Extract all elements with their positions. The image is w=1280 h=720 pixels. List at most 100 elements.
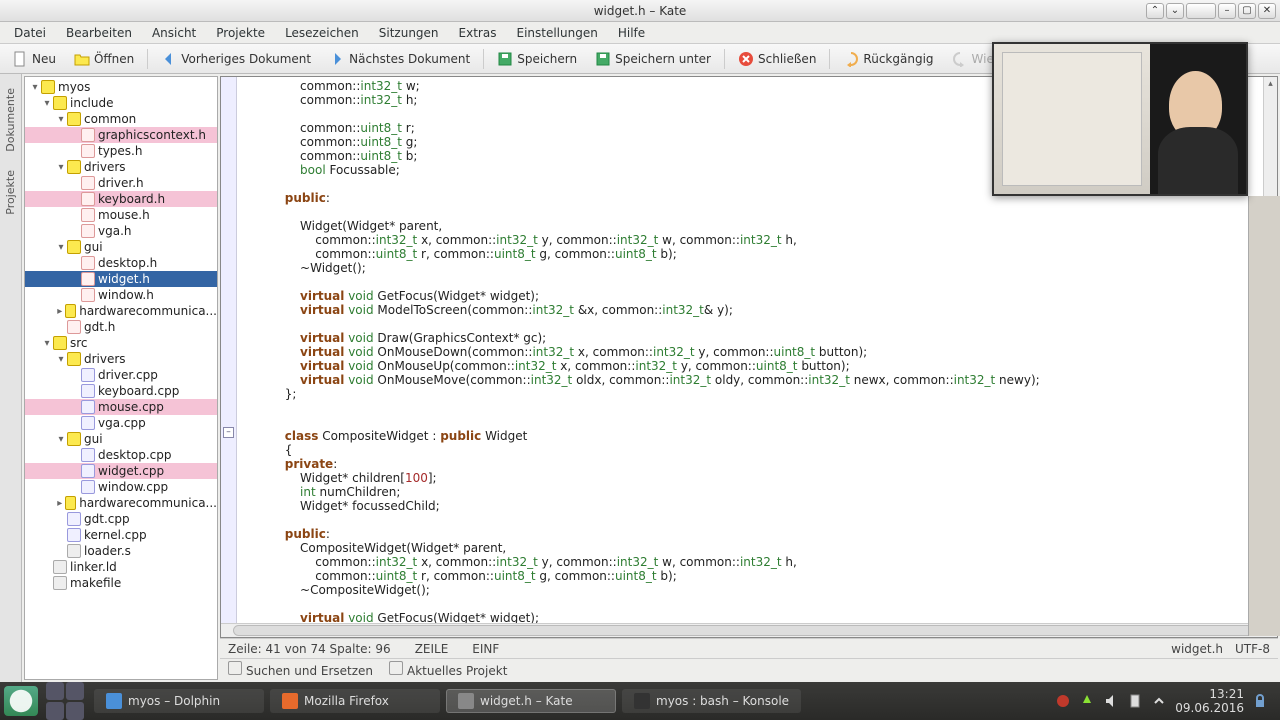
menu-extras[interactable]: Extras: [451, 24, 505, 42]
tree-item[interactable]: desktop.cpp: [25, 447, 217, 463]
close-window-button[interactable]: ✕: [1258, 3, 1276, 19]
tree-item[interactable]: driver.cpp: [25, 367, 217, 383]
tree-item[interactable]: ▾myos: [25, 79, 217, 95]
tray-lock-icon[interactable]: [1252, 693, 1268, 709]
folder-icon: [65, 304, 77, 318]
fold-gutter[interactable]: –: [221, 77, 237, 623]
current-project-tab[interactable]: Aktuelles Projekt: [389, 661, 507, 678]
project-tree[interactable]: ▾myos▾include▾commongraphicscontext.htyp…: [24, 76, 218, 680]
roll-up-button[interactable]: ⌃: [1146, 3, 1164, 19]
tree-item[interactable]: loader.s: [25, 543, 217, 559]
tree-item[interactable]: window.h: [25, 287, 217, 303]
quick-launch-icon[interactable]: [66, 682, 84, 700]
menu-bookmarks[interactable]: Lesezeichen: [277, 24, 367, 42]
tree-item[interactable]: desktop.h: [25, 255, 217, 271]
tree-item[interactable]: window.cpp: [25, 479, 217, 495]
new-button[interactable]: Neu: [4, 48, 64, 70]
tree-item[interactable]: driver.h: [25, 175, 217, 191]
menu-edit[interactable]: Bearbeiten: [58, 24, 140, 42]
cursor-position: Zeile: 41 von 74 Spalte: 96: [228, 642, 391, 656]
tray-icon[interactable]: [1055, 693, 1071, 709]
projects-tab[interactable]: Projekte: [2, 164, 19, 221]
tree-item[interactable]: mouse.cpp: [25, 399, 217, 415]
tray-chevron-icon[interactable]: [1151, 693, 1167, 709]
menu-sessions[interactable]: Sitzungen: [371, 24, 447, 42]
fold-marker-icon[interactable]: –: [223, 427, 234, 438]
minimize-button[interactable]: –: [1218, 3, 1236, 19]
left-tool-tabs: Dokumente Projekte: [0, 74, 22, 682]
tree-item[interactable]: gdt.cpp: [25, 511, 217, 527]
tree-item[interactable]: ▸hardwarecommunica...: [25, 303, 217, 319]
tree-item[interactable]: widget.cpp: [25, 463, 217, 479]
taskbar-clock[interactable]: 13:2109.06.2016: [1175, 687, 1244, 715]
insert-mode[interactable]: EINF: [472, 642, 499, 656]
tree-item[interactable]: keyboard.h: [25, 191, 217, 207]
start-menu-button[interactable]: [4, 686, 38, 716]
taskbar-task[interactable]: myos – Dolphin: [94, 689, 264, 713]
prev-doc-button[interactable]: Vorheriges Dokument: [153, 48, 319, 70]
horizontal-scrollbar[interactable]: [221, 623, 1277, 637]
file-icon: [67, 512, 81, 526]
tree-item[interactable]: graphicscontext.h: [25, 127, 217, 143]
taskbar: myos – Dolphin Mozilla Firefox widget.h – …: [0, 682, 1280, 720]
tree-item[interactable]: widget.h: [25, 271, 217, 287]
file-icon: [81, 368, 95, 382]
menu-view[interactable]: Ansicht: [144, 24, 204, 42]
save-button[interactable]: Speichern: [489, 48, 585, 70]
task-label: widget.h – Kate: [480, 694, 573, 708]
taskbar-task[interactable]: myos : bash – Konsole: [622, 689, 801, 713]
tree-item[interactable]: vga.cpp: [25, 415, 217, 431]
tree-item[interactable]: keyboard.cpp: [25, 383, 217, 399]
tree-item[interactable]: gdt.h: [25, 319, 217, 335]
close-button[interactable]: Schließen: [730, 48, 824, 70]
undo-icon: [843, 51, 859, 67]
tray-icon[interactable]: [1079, 693, 1095, 709]
search-replace-tab[interactable]: Suchen und Ersetzen: [228, 661, 373, 678]
tree-item[interactable]: ▾drivers: [25, 159, 217, 175]
next-doc-button[interactable]: Nächstes Dokument: [321, 48, 478, 70]
tree-item[interactable]: linker.ld: [25, 559, 217, 575]
folder-icon: [67, 240, 81, 254]
tree-item[interactable]: types.h: [25, 143, 217, 159]
maximize-button[interactable]: ▢: [1238, 3, 1256, 19]
editor-statusbar: Zeile: 41 von 74 Spalte: 96 ZEILE EINF w…: [220, 638, 1278, 658]
tree-item[interactable]: mouse.h: [25, 207, 217, 223]
tree-item[interactable]: ▾gui: [25, 239, 217, 255]
menu-file[interactable]: Datei: [6, 24, 54, 42]
tree-item[interactable]: ▾src: [25, 335, 217, 351]
tray-clipboard-icon[interactable]: [1127, 693, 1143, 709]
roll-down-button[interactable]: ⌄: [1166, 3, 1184, 19]
menu-help[interactable]: Hilfe: [610, 24, 653, 42]
line-mode[interactable]: ZEILE: [415, 642, 449, 656]
menu-settings[interactable]: Einstellungen: [508, 24, 605, 42]
file-icon: [81, 176, 95, 190]
tree-item-label: makefile: [70, 576, 121, 590]
task-label: Mozilla Firefox: [304, 694, 389, 708]
save-icon: [497, 51, 513, 67]
tree-item-label: myos: [58, 80, 90, 94]
tree-item-label: vga.h: [98, 224, 132, 238]
tray-volume-icon[interactable]: [1103, 693, 1119, 709]
tree-item[interactable]: vga.h: [25, 223, 217, 239]
tree-item[interactable]: ▾include: [25, 95, 217, 111]
file-new-icon: [12, 51, 28, 67]
documents-tab[interactable]: Dokumente: [2, 82, 19, 158]
tree-item[interactable]: ▾common: [25, 111, 217, 127]
menu-projects[interactable]: Projekte: [208, 24, 273, 42]
tree-item[interactable]: ▸hardwarecommunica...: [25, 495, 217, 511]
quick-launch-icon[interactable]: [66, 702, 84, 720]
app-icon: [634, 693, 650, 709]
taskbar-task[interactable]: widget.h – Kate: [446, 689, 616, 713]
undo-button[interactable]: Rückgängig: [835, 48, 941, 70]
save-as-button[interactable]: Speichern unter: [587, 48, 719, 70]
open-button[interactable]: Öffnen: [66, 48, 142, 70]
tree-item[interactable]: kernel.cpp: [25, 527, 217, 543]
tree-item[interactable]: makefile: [25, 575, 217, 591]
tree-item[interactable]: ▾gui: [25, 431, 217, 447]
folder-icon: [67, 160, 81, 174]
tree-item[interactable]: ▾drivers: [25, 351, 217, 367]
status-encoding[interactable]: UTF-8: [1235, 642, 1270, 656]
taskbar-task[interactable]: Mozilla Firefox: [270, 689, 440, 713]
quick-launch-icon[interactable]: [46, 682, 64, 700]
quick-launch-icon[interactable]: [46, 702, 64, 720]
